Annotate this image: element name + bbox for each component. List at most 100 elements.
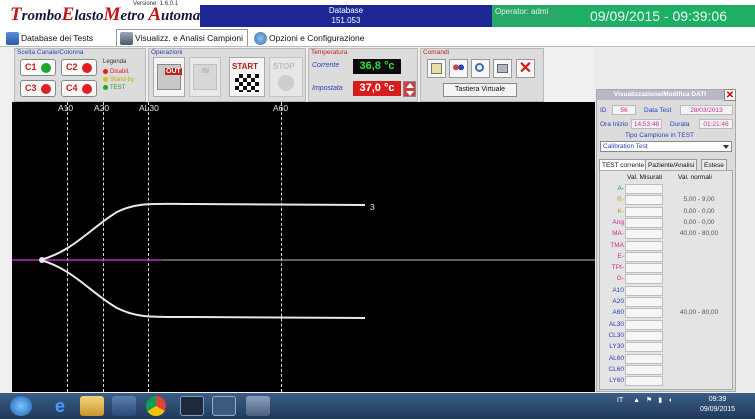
network-icon[interactable]: ▮ xyxy=(658,397,662,404)
stop-button[interactable]: STOP xyxy=(269,57,303,97)
start-orb-icon[interactable] xyxy=(10,396,32,416)
measured-value-field xyxy=(625,263,663,274)
col-measured-header: Val. Misurati xyxy=(627,174,663,181)
search-icon[interactable] xyxy=(471,59,490,78)
measured-value-field xyxy=(625,319,663,330)
tromboelastometro-taskbar-icon[interactable] xyxy=(212,396,236,416)
clock[interactable]: 09:39 09/09/2015 xyxy=(700,395,735,415)
channel-c2-button[interactable]: C2 xyxy=(61,59,97,76)
virtual-keyboard-button[interactable]: Tastiera Virtuale xyxy=(443,83,517,97)
tab-visualizz[interactable]: Visualizz. e Analisi Campioni xyxy=(116,29,249,46)
flag-icon[interactable]: ⚑ xyxy=(646,397,652,404)
out-button[interactable]: OUT xyxy=(153,57,185,97)
commands-panel-title: Comandi xyxy=(423,49,450,56)
start-button[interactable]: START xyxy=(229,57,265,97)
channel-panel-title: Scelta Canale/Colonna xyxy=(17,49,84,56)
database-icon xyxy=(6,32,19,45)
sample-type-label: Tipo Campione in TEST xyxy=(625,132,695,139)
notes-icon[interactable] xyxy=(427,59,446,78)
patients-icon[interactable] xyxy=(449,59,468,78)
system-tray: IT ▲ ⚑ ▮ ◖ xyxy=(617,396,672,404)
measured-value-field xyxy=(625,274,663,285)
chevron-down-icon xyxy=(723,145,729,149)
row-label: A20 xyxy=(612,298,624,305)
printer-icon xyxy=(120,32,133,45)
tray-arrow-icon[interactable]: ▲ xyxy=(633,397,640,404)
row-label: CL60 xyxy=(608,365,624,373)
legend-disabled-label: Disabil. xyxy=(110,69,130,75)
folder-icon[interactable] xyxy=(80,396,104,416)
measured-value-field xyxy=(625,376,663,387)
data-side-panel: Visualizzazione/Modifica DATI ✕ ID 56 Da… xyxy=(596,89,736,392)
channel-panel: Scelta Canale/Colonna C1 C2 C3 C4 Legend… xyxy=(14,48,146,102)
c3-label: C3 xyxy=(25,83,37,93)
volume-icon[interactable]: ◖ xyxy=(668,397,672,404)
c2-label: C2 xyxy=(66,62,78,72)
tools-icon[interactable] xyxy=(246,396,270,416)
row-label: G- xyxy=(616,275,624,283)
row-label: LY60 xyxy=(609,377,624,385)
row-label: AL60 xyxy=(608,354,624,362)
print-icon[interactable] xyxy=(493,59,512,78)
row-label: E- xyxy=(617,252,625,260)
row-label: LY30 xyxy=(609,343,624,351)
tab-database[interactable]: Database dei Tests xyxy=(2,29,98,46)
measured-value-field xyxy=(625,184,663,194)
current-temp-value: 36,8 °c xyxy=(353,59,401,74)
row-label: A60 xyxy=(612,309,624,317)
database-box: Database 151.053 xyxy=(200,5,492,27)
row-label: Ang xyxy=(612,218,624,226)
legend-standby: Stand-by xyxy=(103,77,134,83)
version-label: Versione: 1.6.0.1 xyxy=(133,1,179,7)
status-dot-icon xyxy=(82,84,92,94)
row-label: K- xyxy=(617,207,625,215)
sample-type-select[interactable]: Calibration Test xyxy=(600,141,732,152)
measured-value-field xyxy=(625,240,663,251)
status-dot-icon xyxy=(41,84,51,94)
channel-c4-button[interactable]: C4 xyxy=(61,80,97,97)
channel-c1-button[interactable]: C1 xyxy=(20,59,56,76)
status-dot-icon xyxy=(41,63,51,73)
measured-value-field xyxy=(625,364,663,375)
arrow-down-icon[interactable] xyxy=(406,91,414,96)
operations-panel: Operazioni OUT IN START STOP xyxy=(148,48,306,102)
temp-spinner[interactable] xyxy=(403,81,416,97)
curve-label: 3 xyxy=(370,202,375,212)
channel-c3-button[interactable]: C3 xyxy=(20,80,56,97)
measured-value-field xyxy=(625,330,663,341)
row-label: R- xyxy=(617,196,624,204)
chrome-icon[interactable] xyxy=(146,396,166,416)
measured-value-field xyxy=(625,217,663,228)
language-indicator[interactable]: IT xyxy=(617,397,623,404)
legend-dot-icon xyxy=(103,69,108,74)
tab-visualizz-label: Visualizz. e Analisi Campioni xyxy=(135,33,244,43)
thromboelastogram-plot: A10 A20 AL30 A60 3 xyxy=(12,102,595,392)
row-label: A10 xyxy=(612,286,624,294)
status-dot-icon xyxy=(82,63,92,73)
legend-disabled: Disabil. xyxy=(103,69,130,75)
values-table: Val. Misurati Val. normali A- R- 5,00 - 9,… xyxy=(599,170,733,390)
database-label: Database xyxy=(328,6,364,15)
legend-title: Legenda xyxy=(103,59,127,65)
start-label: START xyxy=(232,62,259,71)
app-icon[interactable] xyxy=(180,396,204,416)
arrow-up-icon[interactable] xyxy=(406,83,414,88)
measured-value-field xyxy=(625,342,663,353)
ie-icon[interactable]: e xyxy=(48,396,72,416)
trace-origin xyxy=(39,257,45,263)
side-close-icon[interactable]: ✕ xyxy=(724,89,736,101)
measured-value-field xyxy=(625,251,663,262)
trace-lower xyxy=(39,259,366,319)
temperature-panel: Temperatura Corrente 36,8 °c Impostata 3… xyxy=(308,48,418,102)
measured-value-field xyxy=(625,308,663,319)
close-icon[interactable]: ✕ xyxy=(516,59,535,78)
legend-test-label: TEST xyxy=(110,85,126,91)
out-label: OUT xyxy=(165,68,182,75)
in-button[interactable]: IN xyxy=(189,57,221,97)
media-icon[interactable] xyxy=(112,396,136,416)
sample-type-value: Calibration Test xyxy=(603,143,648,150)
clock-date: 09/09/2015 xyxy=(700,406,736,413)
tab-options[interactable]: Opzioni e Configurazione xyxy=(250,29,369,46)
legend-dot-icon xyxy=(103,85,108,90)
row-label: AL30 xyxy=(608,320,624,328)
